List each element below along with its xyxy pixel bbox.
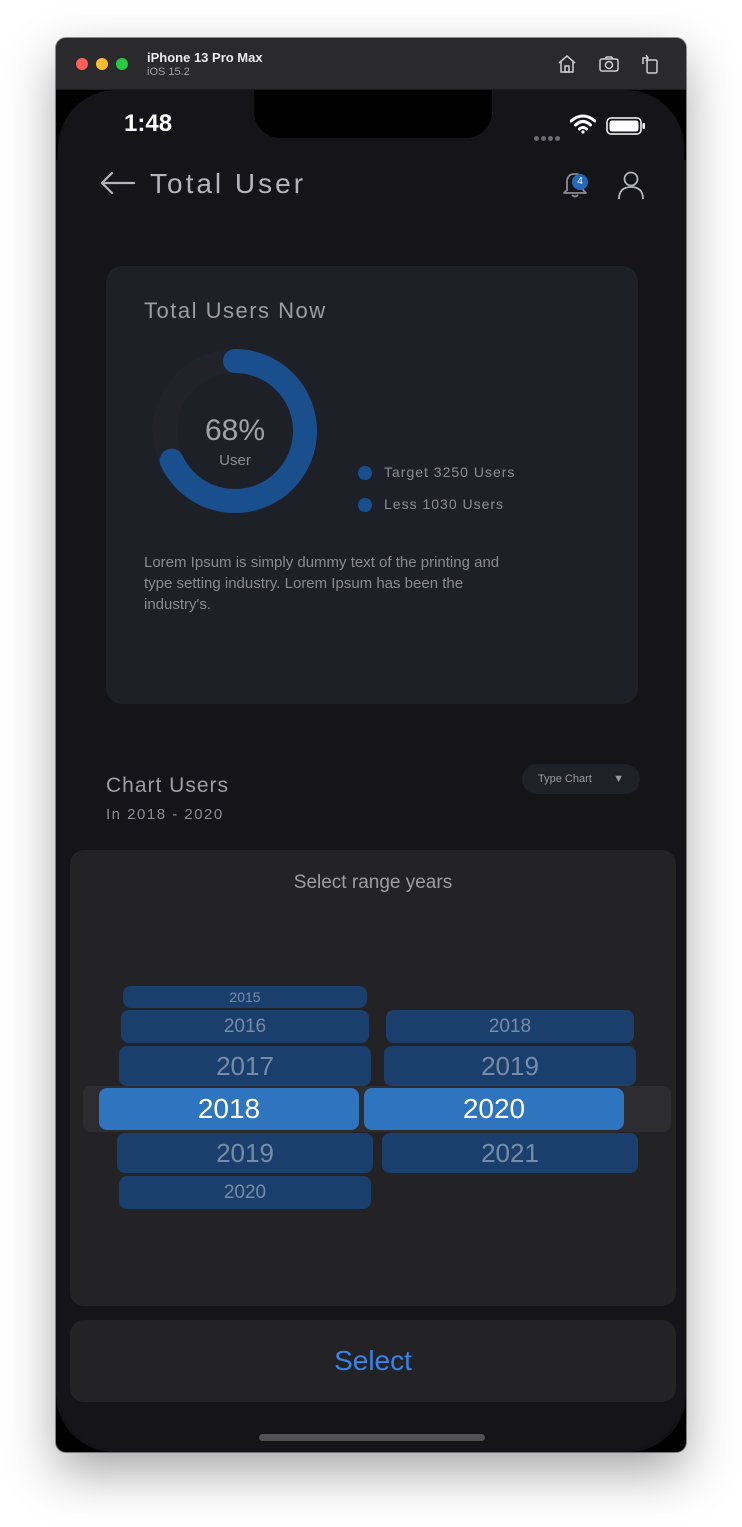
legend-item-less: Less 1030 Users: [358, 496, 505, 513]
type-chart-label: Type Chart: [538, 773, 592, 785]
notch: [254, 90, 492, 138]
minimize-window-button[interactable]: [96, 58, 108, 70]
picker-year-option[interactable]: 2018: [386, 1010, 634, 1043]
back-arrow-icon[interactable]: [100, 170, 136, 196]
chart-section-title: Chart Users: [106, 774, 230, 797]
percent-value: 68%: [204, 414, 266, 447]
profile-icon[interactable]: [616, 170, 646, 200]
os-version: iOS 15.2: [147, 66, 190, 78]
device-frame: 1:48 Total User 4 Total Users Now 68% Us…: [56, 90, 686, 1452]
picker-year-option[interactable]: 2016: [121, 1010, 369, 1043]
legend-dot: [358, 498, 372, 513]
close-window-button[interactable]: [76, 58, 88, 70]
status-time: 1:48: [124, 110, 173, 137]
year-range-picker: Select range years 2015 2016 2017 2018 2019 2…: [70, 850, 676, 1306]
picker-year-selected[interactable]: 2020: [364, 1088, 624, 1130]
card-title: Total Users Now: [144, 298, 327, 323]
rotate-icon[interactable]: [638, 52, 662, 76]
device-name: iPhone 13 Pro Max: [147, 50, 263, 65]
legend-label: Target 3250 Users: [384, 464, 516, 480]
home-indicator: [259, 1434, 485, 1441]
percent-label: User: [219, 452, 251, 469]
picker-year-selected[interactable]: 2018: [99, 1088, 359, 1130]
simulator-window: iPhone 13 Pro Max iOS 15.2 1:48 Total Us…: [56, 38, 686, 1452]
type-chart-dropdown[interactable]: Type Chart ▼: [522, 764, 640, 794]
page-title: Total User: [150, 168, 307, 199]
legend-label: Less 1030 Users: [384, 496, 505, 512]
app-screen: 1:48 Total User 4 Total Users Now 68% Us…: [58, 90, 684, 1450]
picker-year-option[interactable]: 2019: [117, 1133, 373, 1173]
card-description: Lorem Ipsum is simply dummy text of the …: [144, 554, 500, 613]
picker-year-option[interactable]: 2020: [119, 1176, 371, 1209]
caret-down-icon: ▼: [613, 773, 624, 785]
picker-title: Select range years: [293, 872, 453, 893]
chart-section-subtitle: In 2018 - 2020: [106, 806, 224, 823]
picker-year-option[interactable]: 2017: [119, 1046, 371, 1086]
simulator-titlebar: iPhone 13 Pro Max iOS 15.2: [56, 38, 686, 90]
picker-year-option[interactable]: 2015: [123, 986, 367, 1008]
battery-icon: [606, 117, 645, 135]
select-button[interactable]: Select: [70, 1320, 676, 1402]
cellular-signal-icon: [534, 128, 564, 141]
total-users-card: Total Users Now 68% User Target 3250 Use…: [106, 266, 638, 704]
wifi-icon: [570, 114, 596, 134]
zoom-window-button[interactable]: [116, 58, 128, 70]
picker-year-option[interactable]: 2021: [382, 1133, 638, 1173]
picker-year-option[interactable]: 2019: [384, 1046, 636, 1086]
screenshot-icon[interactable]: [597, 52, 621, 76]
legend-item-target: Target 3250 Users: [358, 464, 516, 481]
home-icon[interactable]: [555, 52, 579, 76]
legend-dot: [358, 466, 372, 481]
notification-badge: 4: [572, 174, 588, 190]
